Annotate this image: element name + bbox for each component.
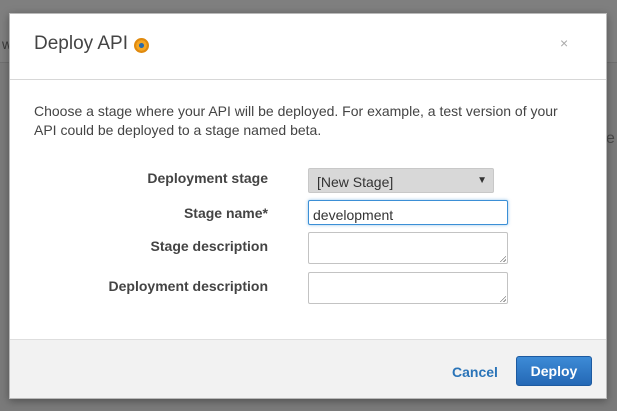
deployment-description-label: Deployment description: [108, 278, 268, 294]
deployment-stage-selected-value: [New Stage]: [317, 174, 394, 190]
deployment-stage-select[interactable]: [New Stage] ▼: [308, 168, 494, 193]
resize-grip-icon[interactable]: [499, 295, 506, 302]
dialog-title: Deploy API: [34, 33, 149, 55]
stage-description-label: Stage description: [150, 238, 268, 254]
dialog-title-text: Deploy API: [34, 33, 128, 54]
info-icon[interactable]: [134, 37, 149, 53]
stage-name-input[interactable]: [308, 200, 508, 225]
deployment-stage-label: Deployment stage: [147, 170, 268, 186]
chevron-down-icon: ▼: [477, 175, 487, 186]
deployment-description-textarea[interactable]: [308, 272, 508, 304]
deploy-api-dialog: Deploy API × Choose a stage where your A…: [9, 13, 607, 399]
close-icon[interactable]: ×: [560, 36, 568, 50]
resize-grip-icon[interactable]: [499, 255, 506, 262]
dialog-description: Choose a stage where your API will be de…: [34, 103, 558, 138]
dimmed-page-text-fragment: e: [606, 130, 615, 147]
deploy-button[interactable]: Deploy: [516, 356, 592, 386]
stage-name-label: Stage name*: [183, 205, 268, 221]
stage-description-textarea[interactable]: [308, 232, 508, 264]
dialog-header: Deploy API ×: [10, 14, 606, 80]
cancel-button[interactable]: Cancel: [452, 364, 498, 380]
dialog-footer: Cancel Deploy: [10, 339, 606, 398]
